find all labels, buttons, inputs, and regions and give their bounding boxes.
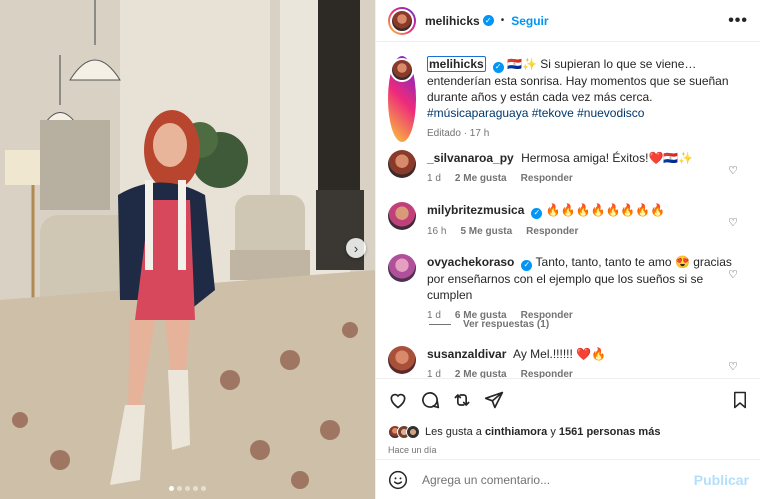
heart-icon[interactable]: ♡ (728, 164, 738, 177)
reply-button[interactable]: Responder (521, 171, 573, 187)
verified-icon: ✓ (492, 61, 504, 73)
verified-icon: ✓ (482, 15, 494, 26)
likes-user[interactable]: cinthiamora (485, 426, 547, 438)
caption-edited: Editado · 17 h (427, 127, 490, 139)
reply-button[interactable]: Responder (521, 367, 573, 378)
separator-dot: • (500, 15, 505, 26)
view-replies-button[interactable]: Ver respuestas (1) (429, 319, 549, 330)
likes-count[interactable]: 1561 personas más (559, 426, 661, 438)
avatar[interactable] (388, 202, 416, 230)
author-username[interactable]: melihicks (425, 14, 480, 28)
post-actions: Les gusta a cinthiamora y 1561 personas … (376, 378, 760, 455)
verified-icon: ✓ (521, 259, 533, 271)
post-time[interactable]: Hace un día (388, 445, 749, 455)
carousel-dot (169, 486, 174, 491)
comment-time[interactable]: 1 d (427, 367, 441, 378)
avatar[interactable] (388, 346, 416, 374)
likes-summary[interactable]: Les gusta a cinthiamora y 1561 personas … (388, 425, 749, 439)
comment-input[interactable]: Agrega un comentario... (422, 473, 694, 487)
follow-button[interactable]: Seguir (511, 14, 548, 28)
heart-icon[interactable]: ♡ (728, 216, 738, 229)
sparkle-emoji: ✨ (522, 57, 537, 71)
avatar (406, 425, 420, 439)
reply-button[interactable]: Responder (526, 224, 578, 240)
verified-icon: ✓ (531, 207, 543, 219)
avatar (390, 8, 414, 33)
avatar[interactable] (388, 150, 416, 178)
comments-list[interactable]: melihicks ✓ 🇵🇾✨ Si supieran lo que se vie… (376, 42, 760, 378)
post-photo[interactable]: › (0, 0, 375, 499)
comment-time[interactable]: 16 h (427, 224, 446, 240)
comment-username[interactable]: ovyachekoraso (427, 255, 514, 269)
share-icon[interactable] (452, 390, 472, 410)
carousel-dots (0, 486, 375, 491)
caption-hashtags[interactable]: #músicaparaguaya #tekove #nuevodisco (427, 105, 748, 121)
comment-likes[interactable]: 2 Me gusta (455, 367, 507, 378)
comment-text: 🔥🔥🔥🔥🔥🔥🔥🔥 (545, 203, 666, 217)
avatar (390, 58, 414, 82)
comment-username[interactable]: susanzaldivar (427, 347, 506, 361)
comment-composer: Agrega un comentario... Publicar (376, 459, 760, 499)
emoji-icon[interactable] (388, 470, 408, 490)
carousel-dot (201, 486, 206, 491)
comment-time[interactable]: 1 d (427, 171, 441, 187)
chevron-right-icon: › (353, 240, 359, 256)
author-avatar-ring[interactable] (388, 6, 416, 35)
bookmark-icon[interactable] (731, 390, 749, 410)
carousel-dot (185, 486, 190, 491)
comment-text: Hermosa amiga! Éxitos!❤️🇵🇾✨ (521, 151, 694, 165)
comment-likes[interactable]: 2 Me gusta (455, 171, 507, 187)
comment-text: Ay Mel.!!!!!! ❤️🔥 (513, 347, 607, 361)
comment-username[interactable]: milybritezmusica (427, 203, 524, 217)
more-icon[interactable]: ••• (728, 12, 748, 30)
post-header: melihicks ✓ • Seguir ••• (376, 0, 760, 42)
comment-row: _silvanaroa_py Hermosa amiga! Éxitos!❤️🇵… (388, 150, 748, 187)
carousel-dot (193, 486, 198, 491)
heart-icon[interactable] (388, 390, 408, 410)
caption-avatar-ring[interactable] (388, 56, 416, 142)
comment-username[interactable]: _silvanaroa_py (427, 151, 514, 165)
comment-icon[interactable] (420, 390, 440, 410)
avatar[interactable] (388, 254, 416, 282)
caption-username[interactable]: melihicks (427, 56, 486, 72)
comment-row: ovyachekoraso ✓ Tanto, tanto, tanto te am… (388, 254, 748, 324)
comment-row: susanzaldivar Ay Mel.!!!!!! ❤️🔥 1 d 2 Me… (388, 346, 748, 378)
replies-divider (429, 324, 451, 325)
post-comment-button[interactable]: Publicar (694, 472, 749, 488)
send-icon[interactable] (484, 390, 504, 410)
comment-row: milybritezmusica ✓ 🔥🔥🔥🔥🔥🔥🔥🔥 16 h 5 Me gus… (388, 202, 748, 240)
caption: melihicks ✓ 🇵🇾✨ Si supieran lo que se vie… (388, 56, 748, 142)
post-side-panel: melihicks ✓ • Seguir ••• melihicks ✓ 🇵🇾✨ … (375, 0, 760, 499)
view-replies-label: Ver respuestas (1) (463, 319, 550, 330)
photo-illustration (0, 0, 375, 499)
likes-text: Les gusta a cinthiamora y 1561 personas … (425, 426, 661, 438)
comment-likes[interactable]: 5 Me gusta (460, 224, 512, 240)
flag-emoji: 🇵🇾 (507, 57, 522, 71)
carousel-dot (177, 486, 182, 491)
heart-icon[interactable]: ♡ (728, 268, 738, 281)
carousel-next-button[interactable]: › (346, 238, 366, 258)
heart-icon[interactable]: ♡ (728, 360, 738, 373)
